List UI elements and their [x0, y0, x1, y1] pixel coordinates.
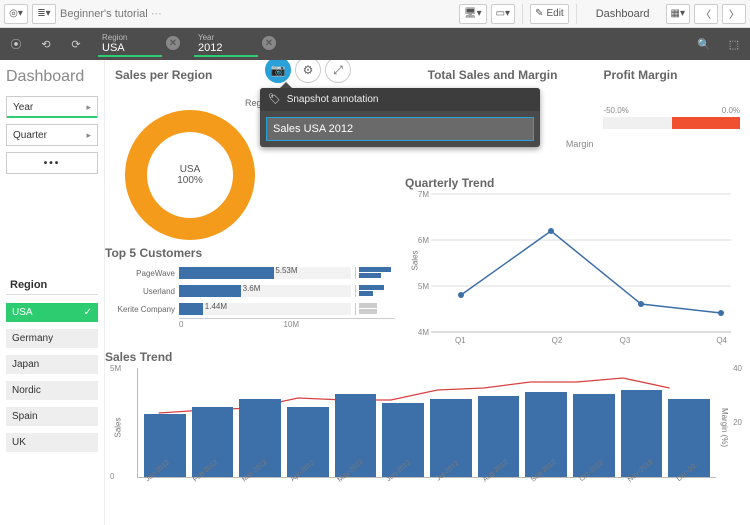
filter-pill-year[interactable]: Year 2012 ✕ — [190, 30, 280, 58]
fullscreen-icon[interactable]: ⤢ — [325, 60, 351, 83]
selections-tool-icon[interactable]: ⬚ — [722, 32, 746, 56]
selections-bar: ⦿ ⟲ ⟳ Region USA ✕ Year 2012 ✕ 🔍 ⬚ — [0, 28, 750, 60]
selection-back-icon[interactable]: ⟲ — [34, 32, 58, 56]
region-list-header: Region — [6, 276, 98, 295]
sheet-crumb[interactable]: Dashboard — [584, 8, 662, 20]
card-title: Sales Trend — [105, 350, 744, 364]
filter-pill-region[interactable]: Region USA ✕ — [94, 30, 184, 58]
snapshot-icon[interactable]: 📷 — [265, 60, 291, 83]
edit-button[interactable]: ✎ Edit — [530, 4, 569, 24]
left-panel: Dashboard Year▸ Quarter▸ ••• Region USA✓… — [0, 60, 105, 525]
top-toolbar: ◎▾ ≣▾ Beginner's tutorial ⋯ 🖥▾ ▭▾ ✎ Edit… — [0, 0, 750, 28]
region-item-usa[interactable]: USA✓ — [6, 303, 98, 322]
region-item-nordic[interactable]: Nordic — [6, 381, 98, 400]
settings-sliders-icon[interactable]: ⚙ — [295, 60, 321, 83]
axis-label-y: Sales — [411, 250, 420, 270]
trend-x-labels: Jan-2012Feb-2012 Mar-2012Apr-2012 May-20… — [137, 478, 716, 491]
close-icon[interactable]: ✕ — [166, 36, 180, 50]
dim-more[interactable]: ••• — [6, 152, 98, 174]
dim-year[interactable]: Year▸ — [6, 96, 98, 118]
selection-fwd-icon[interactable]: ⟳ — [64, 32, 88, 56]
axis-label-y-left: Sales — [114, 417, 123, 437]
snapshot-popup: 🏷 Snapshot annotation — [260, 88, 540, 147]
panel-quarterly-trend[interactable]: Quarterly Trend Sales 7M 6M 5M 4M Q1 Q2 … — [405, 176, 725, 344]
axis-label-y-right: Margin (%) — [720, 407, 729, 446]
sheets-button[interactable]: ▦▾ — [666, 4, 690, 24]
region-item-germany[interactable]: Germany — [6, 329, 98, 348]
dashboard-content: 📷 ⚙ ⤢ 🏷Snapshot annotation Sales per Reg… — [105, 60, 750, 525]
panel-sales-trend[interactable]: Sales Trend Sales Margin (%) 5M 0 40 20 — [105, 350, 744, 491]
breadcrumb-tutorial[interactable]: Beginner's tutorial ⋯ — [60, 7, 162, 20]
dim-quarter[interactable]: Quarter▸ — [6, 124, 98, 146]
trend-bars — [138, 368, 716, 477]
device-tablet-button[interactable]: ▭▾ — [491, 4, 515, 24]
object-tools: 📷 ⚙ ⤢ — [265, 60, 351, 83]
card-title: Top 5 Customers — [105, 246, 395, 260]
snapshot-name-input[interactable] — [266, 117, 534, 141]
popup-title: Snapshot annotation — [287, 94, 379, 105]
region-item-uk[interactable]: UK — [6, 433, 98, 452]
search-icon[interactable]: 🔍 — [692, 32, 716, 56]
card-title: Total Sales and Margin — [428, 68, 594, 82]
next-sheet-button[interactable]: 〉 — [722, 4, 746, 24]
device-desktop-button[interactable]: 🖥▾ — [459, 4, 487, 24]
list-menu-button[interactable]: ≣▾ — [32, 4, 56, 24]
prev-sheet-button[interactable]: 〈 — [694, 4, 718, 24]
region-item-spain[interactable]: Spain — [6, 407, 98, 426]
tag-icon: 🏷 — [268, 94, 281, 105]
profit-margin-bar — [603, 117, 740, 129]
line-chart — [431, 194, 731, 344]
step-back-icon[interactable]: ⦿ — [4, 32, 28, 56]
card-title: Profit Margin — [603, 68, 740, 82]
nav-menu-button[interactable]: ◎▾ — [4, 4, 28, 24]
donut-chart: USA100% — [125, 110, 255, 240]
card-title: Quarterly Trend — [405, 176, 725, 190]
page-title: Dashboard — [6, 68, 98, 86]
close-icon[interactable]: ✕ — [262, 36, 276, 50]
panel-top5-customers[interactable]: Top 5 Customers PageWave5.53M Userland3.… — [105, 246, 395, 329]
region-item-japan[interactable]: Japan — [6, 355, 98, 374]
